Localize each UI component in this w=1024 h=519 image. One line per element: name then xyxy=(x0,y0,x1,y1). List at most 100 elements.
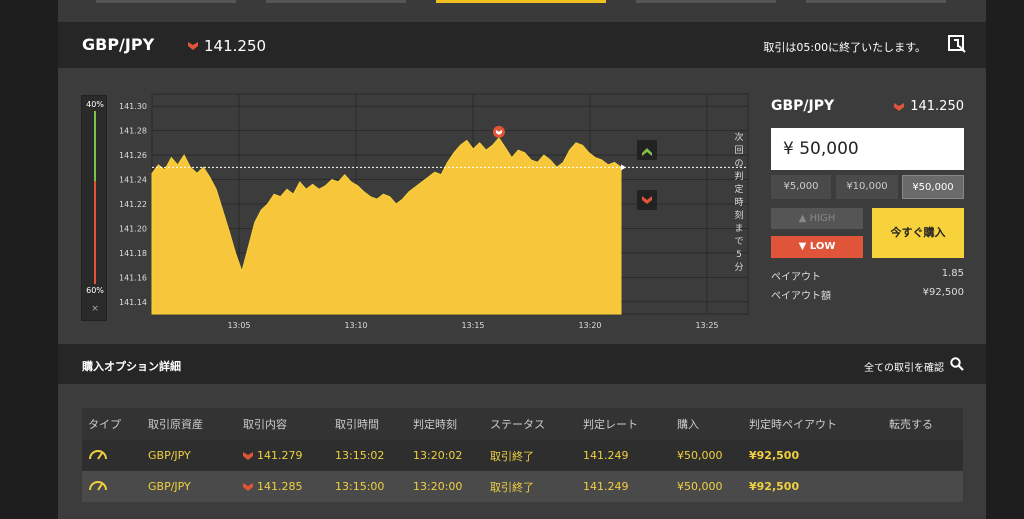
preset-10000-button[interactable]: ¥10,000 xyxy=(836,175,898,199)
payout-amount-value: ¥92,500 xyxy=(922,287,964,298)
col-asset: 取引原資産 xyxy=(148,418,203,431)
purchase-details-header: 購入オプション詳細 全ての取引を確認 xyxy=(58,344,986,384)
top-tab[interactable] xyxy=(266,0,406,3)
x-tick-label: 13:15 xyxy=(461,321,484,330)
trades-table: タイプ 取引原資産 取引内容 取引時間 判定時刻 ステータス 判定レート 購入 … xyxy=(82,408,963,502)
y-tick-label: 141.14 xyxy=(119,298,147,307)
countdown-char: 分 xyxy=(734,262,743,273)
amount-input[interactable]: ¥ 50,000 xyxy=(771,128,964,170)
x-tick-label: 13:10 xyxy=(344,321,367,330)
top-tab[interactable] xyxy=(636,0,776,3)
low-label: LOW xyxy=(809,241,836,252)
y-tick-label: 141.30 xyxy=(119,102,147,111)
preset-5000-button[interactable]: ¥5,000 xyxy=(771,175,831,199)
gauge-close-icon[interactable]: × xyxy=(82,304,108,314)
judge-rate-cell: 141.249 xyxy=(583,480,629,493)
countdown-char: 回 xyxy=(734,145,743,156)
buy-cell: ¥50,000 xyxy=(677,480,723,493)
price-chart: 13:05 13:10 13:15 13:20 13:25 141.30 141.28 141… xyxy=(119,93,749,330)
payout-value: 1.85 xyxy=(941,268,964,279)
asset-cell: GBP/JPY xyxy=(148,480,191,493)
trades-table-area: タイプ 取引原資産 取引内容 取引時間 判定時刻 ステータス 判定レート 購入 … xyxy=(58,384,986,519)
header-rate: 141.250 xyxy=(188,37,266,55)
payout-cell: ¥92,500 xyxy=(749,449,800,462)
content-cell: 141.285 xyxy=(237,480,329,493)
trading-panel: 40% 60% × 13:05 13:10 13:15 13:20 13:25 141.3… xyxy=(58,68,986,344)
table-header: タイプ 取引原資産 取引内容 取引時間 判定時刻 ステータス 判定レート 購入 … xyxy=(82,408,963,440)
order-rate: 141.250 xyxy=(894,99,964,114)
status-cell: 取引終了 xyxy=(490,449,534,463)
y-tick-label: 141.22 xyxy=(119,200,147,209)
speedometer-icon xyxy=(89,450,107,460)
judge-time-cell: 13:20:00 xyxy=(413,480,463,493)
order-rate-value: 141.250 xyxy=(910,99,964,114)
preset-50000-button[interactable]: ¥50,000 xyxy=(902,175,964,199)
y-tick-label: 141.18 xyxy=(119,249,147,258)
countdown-char: の xyxy=(734,159,743,169)
gauge-low-percent: 60% xyxy=(86,286,104,295)
buy-now-button[interactable]: 今すぐ購入 xyxy=(872,208,964,258)
top-tab[interactable] xyxy=(806,0,946,3)
countdown-char: 5 xyxy=(736,250,742,260)
header-rate-value: 141.250 xyxy=(204,37,267,55)
high-button[interactable]: ▲ HIGH xyxy=(771,208,863,229)
details-title: 購入オプション詳細 xyxy=(82,360,181,373)
trade-marker xyxy=(492,125,505,138)
expand-icon[interactable] xyxy=(948,35,966,53)
top-tab-strip xyxy=(58,0,986,22)
judge-time-cell: 13:20:02 xyxy=(413,449,463,462)
search-icon[interactable] xyxy=(950,357,964,371)
countdown-char: 判 xyxy=(734,170,743,182)
time-cell: 13:15:00 xyxy=(335,480,385,493)
payout-amount-label: ペイアウト額 xyxy=(771,291,831,302)
pair-title: GBP/JPY xyxy=(82,35,155,54)
down-arrow-icon: ▼ xyxy=(798,241,810,252)
y-tick-label: 141.20 xyxy=(119,224,147,233)
col-time: 取引時間 xyxy=(335,418,379,431)
countdown-char: ま xyxy=(734,223,743,234)
col-payout: 判定時ペイアウト xyxy=(749,418,837,431)
col-type: タイプ xyxy=(88,418,121,431)
col-buy: 購入 xyxy=(677,418,699,431)
x-tick-label: 13:20 xyxy=(578,321,601,330)
y-tick-label: 141.28 xyxy=(119,127,147,136)
table-row[interactable]: GBP/JPY 141.285 13:15:00 13:20:00 取引終了 1… xyxy=(82,471,963,502)
countdown-char: で xyxy=(734,237,743,247)
payout-label: ペイアウト xyxy=(771,272,821,283)
order-panel: GBP/JPY 141.250 ¥ 50,000 ¥5,000 ¥10,000 … xyxy=(770,68,980,344)
top-tab[interactable] xyxy=(96,0,236,3)
down-arrow-icon xyxy=(894,102,905,111)
asset-header: GBP/JPY 141.250 取引は05:00に終了いたします。 xyxy=(58,22,986,68)
down-arrow-icon xyxy=(188,42,198,50)
gauge-high-bar xyxy=(94,111,96,181)
low-button[interactable]: ▼ LOW xyxy=(771,236,863,258)
y-tick-label: 141.24 xyxy=(119,176,147,185)
x-tick-label: 13:05 xyxy=(227,321,250,330)
status-cell: 取引終了 xyxy=(490,480,534,494)
top-tab-active[interactable] xyxy=(436,0,606,3)
content-rate: 141.285 xyxy=(257,480,303,493)
table-row[interactable]: GBP/JPY 141.279 13:15:02 13:20:02 取引終了 1… xyxy=(82,440,963,471)
col-judge-time: 判定時刻 xyxy=(413,418,457,431)
countdown-char: 刻 xyxy=(734,209,743,221)
high-label: HIGH xyxy=(809,213,836,224)
col-content: 取引内容 xyxy=(243,418,287,431)
speedometer-icon xyxy=(89,481,107,491)
countdown-char: 次 xyxy=(734,131,743,143)
col-judge-rate: 判定レート xyxy=(583,418,638,431)
x-tick-label: 13:25 xyxy=(695,321,718,330)
type-cell xyxy=(82,448,142,463)
col-resell: 転売する xyxy=(889,418,933,431)
content-rate: 141.279 xyxy=(257,449,303,462)
sentiment-gauge: 40% 60% × xyxy=(81,95,107,321)
trading-end-notice: 取引は05:00に終了いたします。 xyxy=(763,41,926,54)
col-status: ステータス xyxy=(490,418,545,431)
gauge-high-percent: 40% xyxy=(86,100,104,109)
trading-page: GBP/JPY 141.250 取引は05:00に終了いたします。 40% 60… xyxy=(0,0,1024,519)
view-all-trades-link[interactable]: 全ての取引を確認 xyxy=(864,359,944,374)
gauge-low-bar xyxy=(94,181,96,284)
asset-cell: GBP/JPY xyxy=(148,449,191,462)
y-tick-label: 141.26 xyxy=(119,151,147,160)
type-cell xyxy=(82,479,142,494)
payout-cell: ¥92,500 xyxy=(749,480,800,493)
